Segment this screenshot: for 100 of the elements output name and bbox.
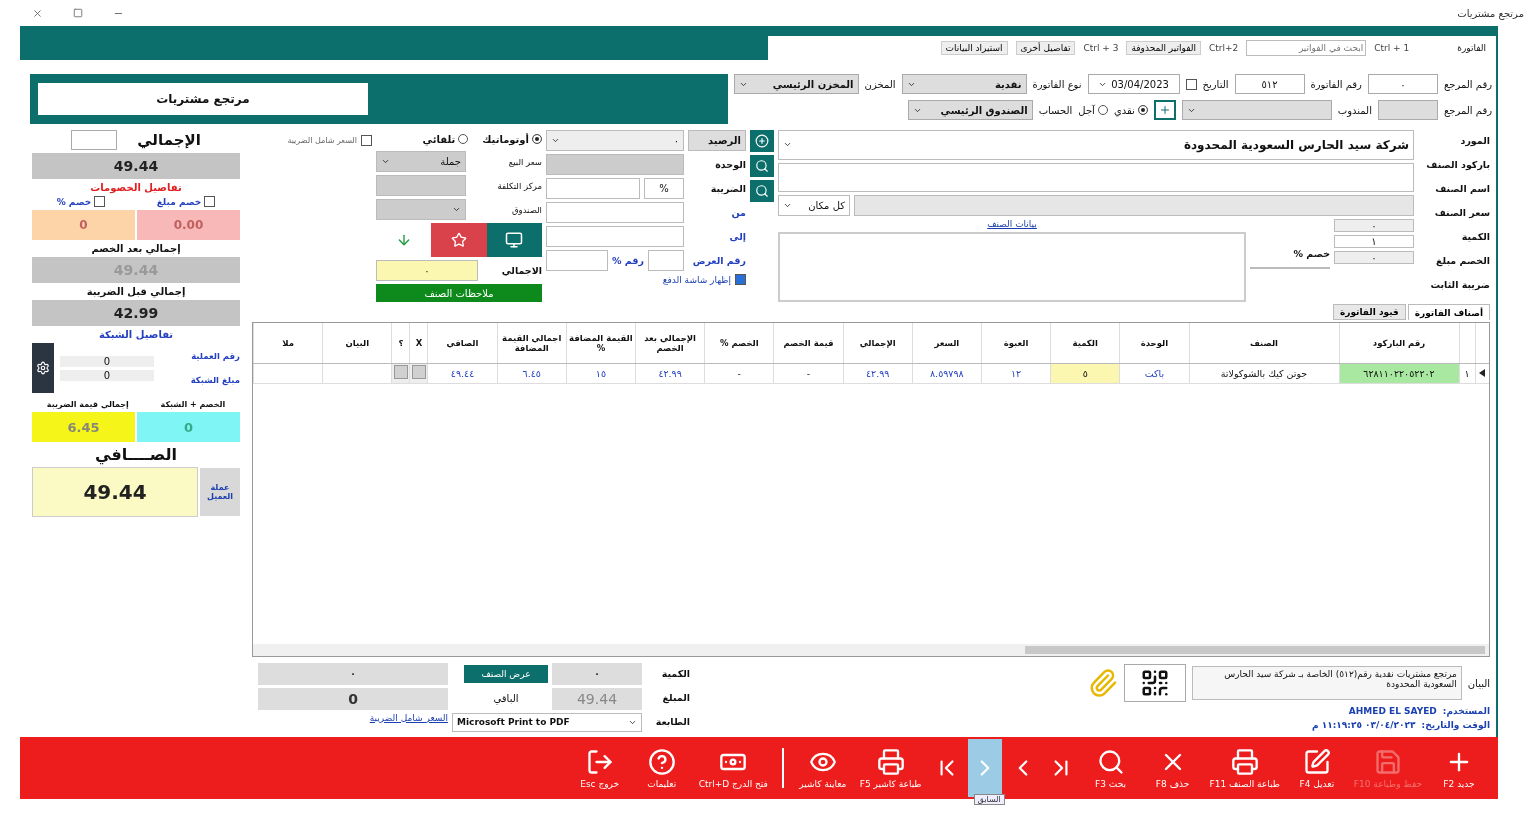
horizontal-scrollbar[interactable] — [253, 644, 1489, 656]
network-field[interactable]: 0 — [60, 369, 154, 381]
checkbox[interactable] — [204, 196, 216, 207]
text-field[interactable]: ٠ — [1367, 74, 1438, 94]
date-field[interactable]: 03/04/2023 — [1087, 74, 1180, 94]
quantity-field[interactable]: ٠ — [552, 662, 642, 685]
search-field[interactable]: ابحث في الفواتير — [1246, 40, 1367, 56]
currency-button[interactable]: عملة العميل — [200, 468, 240, 516]
printer-icon — [876, 747, 905, 776]
dropdown-field[interactable] — [1181, 100, 1332, 120]
shortcut-button[interactable]: استيراد البيانات — [940, 41, 1008, 55]
radio-option[interactable]: أوتوماتيك — [482, 133, 542, 145]
field-label: الاجمالي — [500, 264, 542, 279]
text-field[interactable]: ٥١٢ — [1234, 74, 1305, 94]
checkbox[interactable] — [94, 196, 106, 207]
shortcut-button[interactable]: تفاصيل أخرى — [1015, 41, 1076, 55]
row-action-button[interactable] — [411, 365, 426, 379]
show-payment-label[interactable]: إظهار شاشة الدفع — [662, 274, 731, 285]
item-notes-button[interactable]: ملاحظات الصنف — [376, 284, 542, 302]
maximize-icon — [73, 8, 83, 18]
tax-inclusive-label: السعر شامل الضريبة — [287, 136, 357, 145]
maximize-button[interactable] — [71, 6, 85, 20]
barcode-field[interactable] — [778, 162, 1414, 192]
radio-option[interactable]: آجل — [1078, 104, 1108, 116]
toolbar-button[interactable]: جديد F2 — [1430, 739, 1488, 797]
toolbar-button[interactable]: خروج Esc — [570, 739, 629, 797]
item-details-field[interactable] — [778, 232, 1246, 302]
discount-network-label: الخصم + الشبكة — [160, 400, 226, 409]
notes-field[interactable]: مرتجع مشتريات نقدية رقم(٥١٢) الخاصة بـ شركة سيد الحارس السعودية المحدودة — [1191, 666, 1462, 700]
column-header: الكمية — [1050, 323, 1120, 363]
before-tax-label: إجمالي قبل الضريبة — [85, 286, 187, 297]
monitor-icon[interactable] — [486, 223, 542, 258]
tab[interactable]: قيود الفاتورة — [1332, 304, 1406, 320]
add-button[interactable] — [1153, 100, 1176, 120]
toolbar-button[interactable]: بحث F3 — [1081, 739, 1140, 797]
checkbox[interactable] — [1185, 78, 1197, 90]
total-extra-field[interactable] — [71, 130, 118, 150]
discount-option[interactable]: خصم % — [56, 196, 106, 207]
radio-button[interactable] — [532, 134, 542, 145]
row-action-button[interactable] — [393, 365, 408, 379]
text-field[interactable] — [1377, 100, 1438, 120]
offer-percent-field[interactable] — [546, 250, 609, 271]
discount-field[interactable]: ٠ — [1334, 251, 1414, 264]
balance-dropdown[interactable]: ٠ — [546, 130, 684, 151]
field-label: سعر البيع — [507, 155, 542, 169]
invoice-tab[interactable]: الفاتورة — [1457, 43, 1486, 53]
network-field[interactable]: 0 — [60, 355, 154, 367]
user-name: AHMED EL SAYED — [1348, 706, 1437, 716]
fund-dropdown[interactable] — [376, 199, 466, 221]
cost-center-field[interactable] — [376, 175, 466, 197]
field-label: نوع الفاتورة — [1032, 78, 1082, 90]
toolbar-button[interactable]: تعديل F4 — [1287, 739, 1346, 797]
radio-button[interactable] — [458, 134, 469, 145]
column-header: العبوة — [981, 323, 1051, 363]
table-cell: جوتن كيك بالشوكولاتة — [1189, 363, 1339, 383]
from-field[interactable] — [546, 202, 684, 223]
printer-dropdown[interactable]: Microsoft Print to PDF — [452, 712, 642, 732]
dropdown-field[interactable]: المخزن الرئيسي — [733, 74, 859, 94]
toolbar-button[interactable]: طباعة كاشير F5 — [855, 739, 926, 797]
tax-inclusive-link[interactable]: السعر شامل الضريبة — [258, 712, 448, 723]
toolbar-button[interactable]: تعليمات — [632, 739, 691, 797]
table-cell: ٤٢.٩٩ — [635, 363, 705, 383]
sale-price-dropdown[interactable]: جملة — [376, 151, 466, 173]
checkbox[interactable] — [361, 135, 372, 146]
item-details-link[interactable]: بيانات الصنف — [987, 219, 1037, 229]
tab[interactable]: أصناف الفاتورة — [1407, 304, 1490, 320]
toolbar-button[interactable]: فتح الدرج Ctrl+D — [694, 739, 772, 797]
item-name-field[interactable] — [854, 195, 1414, 216]
field-label: رقم العملية — [190, 350, 240, 363]
shortcut-button[interactable]: الفواتير المحذوفة — [1126, 41, 1201, 55]
price-field[interactable]: ٠ — [1334, 219, 1414, 232]
field-label: رقم المرجع — [1443, 104, 1492, 116]
show-item-button[interactable]: عرض الصنف — [464, 664, 548, 683]
radio-option[interactable]: نقدي — [1113, 104, 1148, 116]
column-header: X — [409, 323, 428, 363]
search-icon[interactable] — [750, 180, 774, 202]
unit-field[interactable] — [546, 154, 684, 175]
search-icon[interactable] — [750, 155, 774, 177]
add-icon[interactable] — [750, 130, 774, 152]
radio-button[interactable] — [1097, 105, 1108, 115]
dropdown-field[interactable]: الصندوق الرئيسي — [907, 100, 1033, 120]
tax-field[interactable] — [546, 178, 640, 199]
quantity-field[interactable]: ٠ — [258, 662, 448, 685]
radio-button[interactable] — [1137, 105, 1148, 115]
radio-option[interactable]: تلقائي — [422, 133, 469, 145]
toolbar-button[interactable]: طباعة الصنف F11 — [1205, 739, 1284, 797]
supplier-dropdown[interactable]: شركة سيد الحارس السعودية المحدودة — [778, 130, 1414, 160]
offer-field[interactable] — [648, 250, 684, 271]
toolbar-button[interactable]: معاينة كاشير — [793, 739, 852, 797]
location-dropdown[interactable]: كل مكان — [778, 195, 850, 216]
dropdown-field[interactable]: نقدية — [901, 74, 1027, 94]
discount-details-title: تفاصيل الخصومات — [89, 182, 183, 193]
quantity-field[interactable]: ١ — [1334, 235, 1414, 248]
field-label: الخصم مبلغ — [1435, 254, 1490, 269]
checkbox[interactable] — [735, 274, 746, 285]
settings-button[interactable] — [32, 343, 54, 393]
discount-option[interactable]: خصم مبلغ — [156, 196, 216, 207]
plus-icon — [1158, 104, 1171, 116]
to-field[interactable] — [546, 226, 684, 247]
toolbar-button[interactable]: حذف F8 — [1143, 739, 1202, 797]
